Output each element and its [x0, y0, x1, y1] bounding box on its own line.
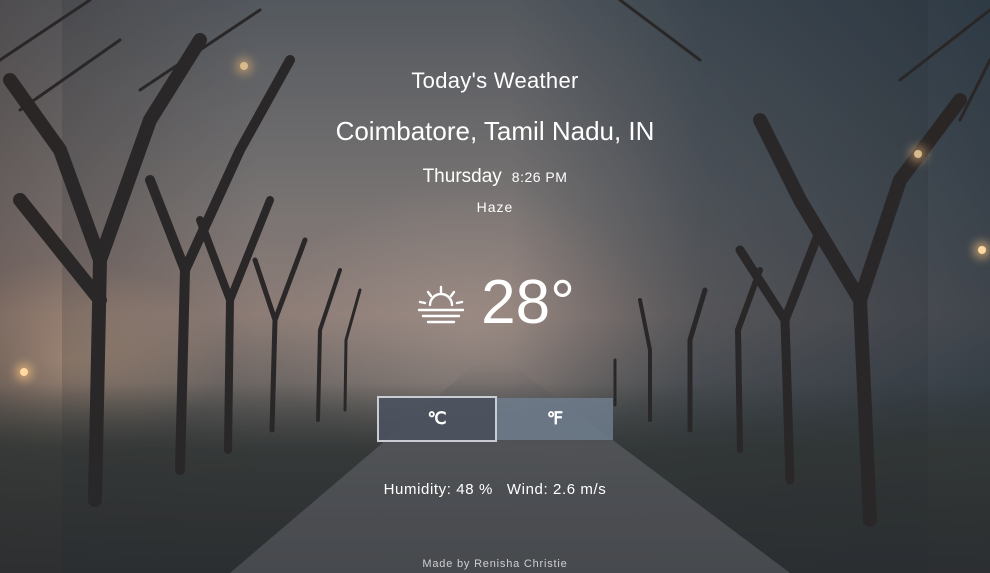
fahrenheit-button[interactable]: ℉ [497, 398, 613, 440]
weather-card: Today's Weather Coimbatore, Tamil Nadu, … [0, 0, 990, 573]
haze-sun-icon [417, 285, 465, 324]
page-title: Today's Weather [411, 68, 579, 93]
date-time: Thursday 8:26 PM [0, 166, 990, 188]
celsius-button[interactable]: ℃ [377, 396, 497, 442]
temperature-row: 28° [0, 268, 990, 338]
temperature-value: 28° [481, 268, 575, 337]
weather-stats: Humidity: 48 % Wind: 2.6 m/s [0, 481, 990, 498]
humidity-value: Humidity: 48 % [383, 481, 493, 498]
footer-credit: Made by Renisha Christie [422, 558, 568, 570]
wind-value: Wind: 2.6 m/s [506, 481, 607, 498]
location-name: Coimbatore, Tamil Nadu, IN [335, 116, 655, 146]
weather-condition: Haze [476, 199, 514, 215]
current-time: 8:26 PM [511, 169, 568, 185]
day-name: Thursday [422, 166, 502, 187]
unit-toggle: ℃ ℉ [377, 396, 613, 442]
